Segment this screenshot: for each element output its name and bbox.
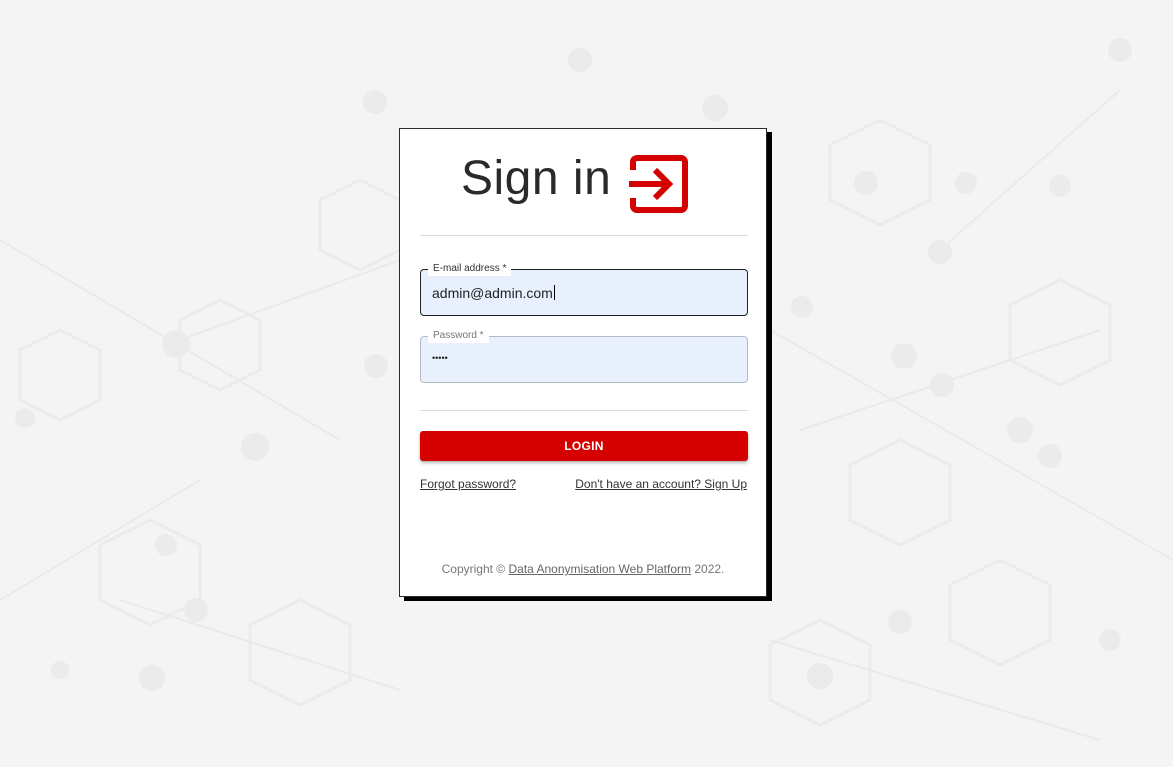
header-divider [420,235,748,236]
email-field[interactable]: E-mail address * admin@admin.com [420,262,748,316]
password-field-label: Password * [428,329,489,343]
copyright-prefix: Copyright © [441,562,509,576]
sign-in-card: Sign in E-mail address * admin@admin.com… [399,128,767,597]
text-caret [553,285,555,300]
form-divider [420,410,748,411]
sign-up-link[interactable]: Don't have an account? Sign Up [575,477,747,491]
card-header: Sign in [400,129,766,235]
email-input-value: admin@admin.com [432,285,553,301]
password-input[interactable]: ••••• [432,353,448,363]
page-title: Sign in [461,152,612,205]
password-field[interactable]: Password * ••••• [420,329,748,383]
copyright-footer: Copyright © Data Anonymisation Web Platf… [400,562,766,576]
sign-in-arrow-icon [629,155,688,213]
platform-link[interactable]: Data Anonymisation Web Platform [508,562,691,576]
email-input[interactable]: admin@admin.com [432,284,732,302]
copyright-suffix: 2022. [691,562,725,576]
email-field-label: E-mail address * [428,262,512,276]
login-button[interactable]: LOGIN [420,431,748,461]
forgot-password-link[interactable]: Forgot password? [420,477,516,491]
